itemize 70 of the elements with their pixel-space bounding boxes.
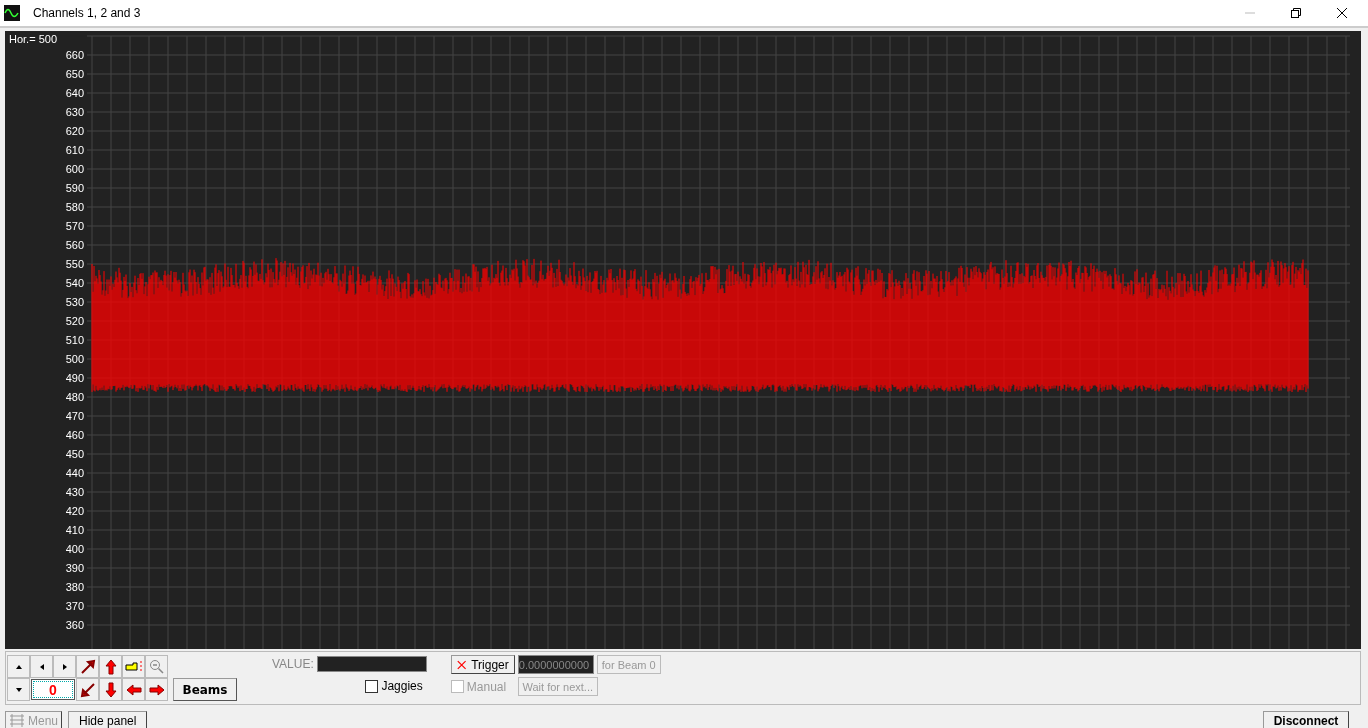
zoom-button[interactable] [145,655,168,678]
trigger-button[interactable]: Trigger [450,655,515,674]
arrow-icon [125,683,142,696]
scroll-up-button[interactable] [7,655,30,678]
close-icon [456,658,467,671]
up-icon [15,664,22,669]
beam-index-field[interactable]: 0 [31,679,75,700]
down-button[interactable] [99,678,122,701]
y-axis-label: 500 [65,353,84,365]
value-label: VALUE: [272,657,314,671]
y-axis-label: 410 [65,524,84,536]
left-icon [39,663,44,670]
y-axis-label: 540 [65,277,84,289]
hide-panel-button[interactable]: Hide panel [68,711,148,728]
y-axis-label: 650 [65,68,84,80]
arrow-icon [79,681,96,698]
arrow-icon [104,681,117,698]
y-axis-label: 590 [65,182,84,194]
y-axis-label: 550 [65,258,84,270]
y-axis-label: 440 [65,467,84,479]
y-axis-label: 640 [65,87,84,99]
y-axis-label: 460 [65,429,84,441]
diagonal-up-button[interactable] [76,655,99,678]
y-axis-label: 430 [65,486,84,498]
y-axis-label: 520 [65,315,84,327]
right-button[interactable] [145,678,168,701]
y-axis-label: 480 [65,391,84,403]
value-field[interactable] [316,656,427,672]
y-axis-label: 450 [65,448,84,460]
jaggies-checkbox[interactable]: Jaggies [365,679,423,693]
y-axis-label: 530 [65,296,84,308]
diagonal-down-button[interactable] [76,678,99,701]
right-icon [62,663,67,670]
horizontal-scale-label: Hor.= 500 [9,33,57,45]
menu-icon [9,713,25,728]
app-icon [4,5,20,21]
arrow-icon [148,683,165,696]
scroll-left-button[interactable] [30,655,53,678]
disconnect-button[interactable]: Disconnect [1263,711,1349,728]
scroll-down-button[interactable] [7,678,30,701]
close-icon[interactable] [1336,7,1348,19]
arrow-icon [104,658,117,675]
beams-button[interactable]: Beams [173,678,237,701]
hand-button[interactable] [122,655,145,678]
down-icon [15,687,22,692]
magnifier-icon [148,658,165,675]
y-axis-label: 390 [65,562,84,574]
left-button[interactable] [122,678,145,701]
y-axis-label: 620 [65,125,84,137]
y-axis-label: 360 [65,619,84,631]
y-axis-label: 400 [65,543,84,555]
y-axis-label: 370 [65,600,84,612]
y-axis-label: 570 [65,220,84,232]
y-axis-label: 560 [65,239,84,251]
y-axis-label: 490 [65,372,84,384]
scroll-right-button[interactable] [53,655,76,678]
y-axis-label: 420 [65,505,84,517]
y-axis-label: 600 [65,163,84,175]
y-axis-label: 580 [65,201,84,213]
up-button[interactable] [99,655,122,678]
trigger-value-field[interactable]: 0.0000000000 [517,655,594,674]
y-axis-label: 510 [65,334,84,346]
y-axis-label: 380 [65,581,84,593]
y-axis-label: 630 [65,106,84,118]
y-axis-label: 660 [65,49,84,61]
maximize-icon[interactable] [1290,7,1302,19]
arrow-icon [79,658,96,675]
window-title: Channels 1, 2 and 3 [33,6,141,20]
y-axis-label: 470 [65,410,84,422]
y-axis-label: 610 [65,144,84,156]
